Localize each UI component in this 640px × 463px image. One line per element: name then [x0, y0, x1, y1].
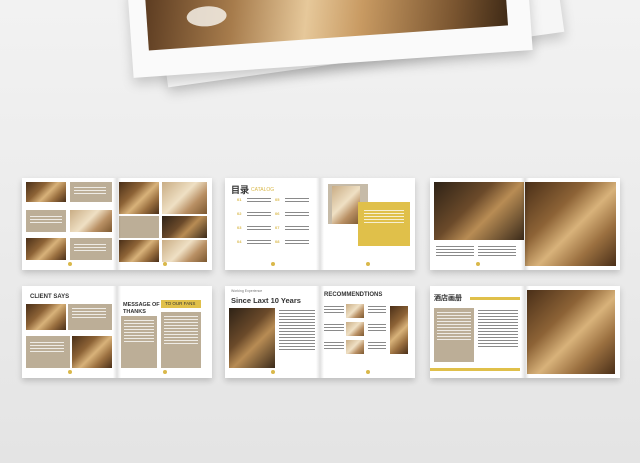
page-dot [68, 370, 72, 374]
spread-3-left-page [430, 178, 525, 270]
spread-6-left-page: 酒店画册 [430, 286, 525, 378]
catalog-num: 05 [275, 197, 280, 202]
spread-5-right-page: RECOMMENDTIONS [320, 286, 415, 378]
photo-banquet-hall [527, 290, 615, 374]
spread-3-right-page [525, 178, 620, 270]
spread-catalog: 目录 CATALOG 01 05 02 06 03 07 04 08 [225, 178, 415, 270]
photo-restaurant-hall [229, 308, 275, 368]
catalog-entry-lines [247, 226, 271, 232]
spread-2-left-page: 目录 CATALOG 01 05 02 06 03 07 04 08 [225, 178, 320, 270]
text-lines [436, 246, 474, 258]
hero-book-stack [120, 0, 565, 88]
catalog-num: 06 [275, 211, 280, 216]
page-dot [163, 370, 167, 374]
spread-6-right-page [525, 286, 620, 378]
photo-suite [26, 238, 66, 260]
gold-rule [430, 368, 520, 371]
page-dot [68, 262, 72, 266]
client-says-heading: CLIENT SAYS [30, 294, 70, 300]
tan-block [119, 216, 159, 238]
spread-restaurant [430, 178, 620, 270]
photo-lobby [26, 304, 66, 330]
catalog-entry-lines [247, 198, 271, 204]
catalog-entry-lines [247, 240, 271, 246]
text-lines [324, 324, 344, 333]
text-lines [279, 310, 315, 352]
catalog-num: 02 [237, 211, 242, 216]
gold-rule [470, 297, 520, 300]
photo-corridor [390, 306, 408, 354]
photo-restaurant [119, 240, 159, 262]
page-dot [271, 370, 275, 374]
catalog-num: 07 [275, 225, 280, 230]
working-experience-kicker: Working Experience [231, 289, 263, 293]
text-lines [437, 312, 471, 342]
spread-1-left-page [22, 178, 117, 270]
text-lines [124, 320, 154, 344]
catalog-entry-lines [247, 212, 271, 218]
text-lines [74, 187, 106, 196]
recommendations-heading: RECOMMENDTIONS [324, 292, 383, 298]
photo-restaurant-hall [434, 182, 524, 240]
hotel-album-heading: 酒店画册 [434, 295, 462, 302]
text-lines [30, 342, 64, 354]
text-lines [368, 324, 386, 333]
photo-thumb [346, 322, 364, 336]
photo-bar [162, 216, 207, 238]
photo-lounge [162, 240, 207, 262]
page-dot [476, 262, 480, 266]
spread-5-left-page: Working Experience Since Laxt 10 Years [225, 286, 320, 378]
page-dot [366, 262, 370, 266]
photo-thumb [346, 340, 364, 354]
spread-2-right-page [320, 178, 415, 270]
page-dot [163, 262, 167, 266]
text-lines [164, 316, 198, 346]
text-lines [72, 308, 106, 320]
catalog-entry-lines [285, 226, 309, 232]
photo-dining [119, 182, 159, 214]
text-lines [368, 342, 386, 351]
photo-room [70, 210, 112, 232]
catalog-entry-lines [285, 240, 309, 246]
photo-dining-room [525, 182, 616, 266]
catalog-entry-lines [285, 212, 309, 218]
spread-photo-grid [22, 178, 212, 270]
spread-4-right-page: MESSAGE OF THANKS TO OUR FANS [117, 286, 212, 378]
text-lines [478, 310, 518, 349]
text-lines [74, 244, 106, 253]
page-dot [271, 262, 275, 266]
photo-suite [72, 336, 112, 368]
text-lines [364, 210, 404, 225]
spread-4-left-page: CLIENT SAYS [22, 286, 117, 378]
catalog-title: 目录 [231, 185, 250, 195]
message-of-thanks-heading: MESSAGE OF THANKS [123, 302, 160, 316]
to-our-fans-label: TO OUR FANS [165, 300, 196, 306]
catalog-num: 01 [237, 197, 242, 202]
spread-1-right-page [117, 178, 212, 270]
page-dot [366, 370, 370, 374]
catalog-num: 08 [275, 239, 280, 244]
catalog-num: 04 [237, 239, 242, 244]
text-lines [478, 246, 516, 258]
text-lines [324, 306, 344, 315]
spread-hotel-album: 酒店画册 [430, 286, 620, 378]
photo-bedroom [162, 182, 207, 214]
photo-lobby [26, 182, 66, 202]
catalog-subtitle: CATALOG [251, 187, 275, 193]
catalog-entry-lines [285, 198, 309, 204]
text-lines [30, 216, 62, 225]
catalog-num: 03 [237, 225, 242, 230]
spread-recommendations: Working Experience Since Laxt 10 Years R… [225, 286, 415, 378]
text-lines [324, 342, 344, 351]
brochure-mockup: 目录 CATALOG 01 05 02 06 03 07 04 08 CLIEN… [0, 0, 640, 463]
photo-chandelier [332, 186, 360, 224]
text-lines [368, 306, 386, 315]
photo-thumb [346, 304, 364, 318]
since-heading: Since Laxt 10 Years [231, 296, 301, 305]
spread-client-says: CLIENT SAYS MESSAGE OF THANKS TO OUR FAN… [22, 286, 212, 378]
